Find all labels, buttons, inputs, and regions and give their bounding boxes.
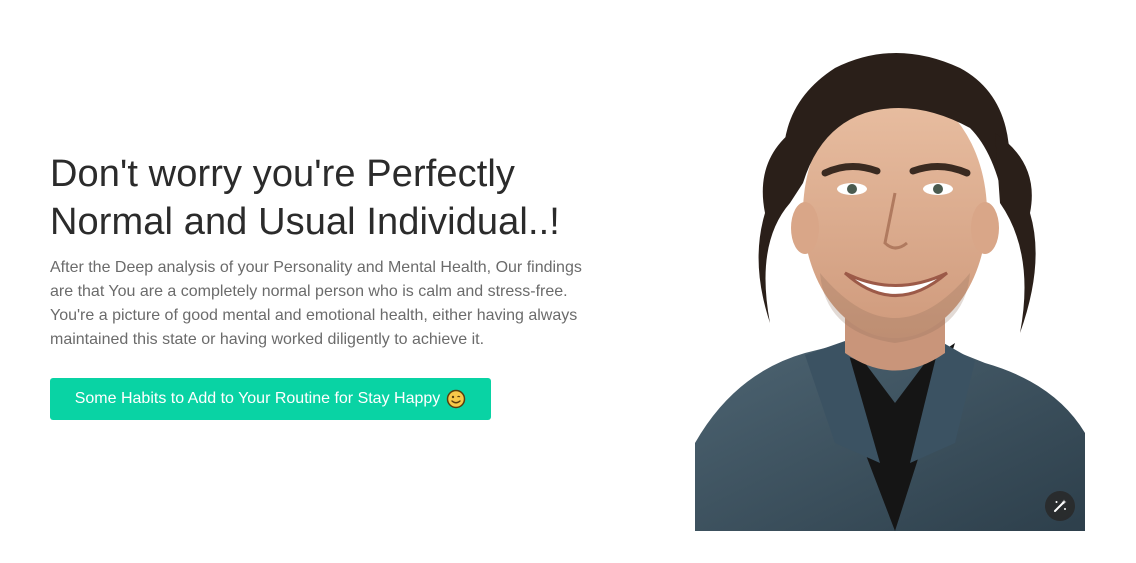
headline-line-1: Don't worry you're Perfectly (50, 153, 516, 195)
happy-habits-button-label: Some Habits to Add to Your Routine for S… (74, 390, 441, 407)
result-description: After the Deep analysis of your Personal… (50, 259, 582, 348)
hero-text-block: Don't worry you're Perfectly Normal and … (50, 150, 610, 352)
page-title: Don't worry you're Perfectly Normal and … (50, 150, 610, 246)
result-page: Don't worry you're Perfectly Normal and … (0, 0, 1136, 563)
portrait-illustration (695, 53, 1085, 531)
headline-line-2: Normal and Usual Individual..! (50, 201, 560, 243)
portrait-image (695, 43, 1085, 531)
smiling-face-icon (446, 389, 466, 409)
magic-wand-icon[interactable] (1045, 491, 1075, 521)
happy-habits-button[interactable]: Some Habits to Add to Your Routine for S… (50, 378, 491, 420)
